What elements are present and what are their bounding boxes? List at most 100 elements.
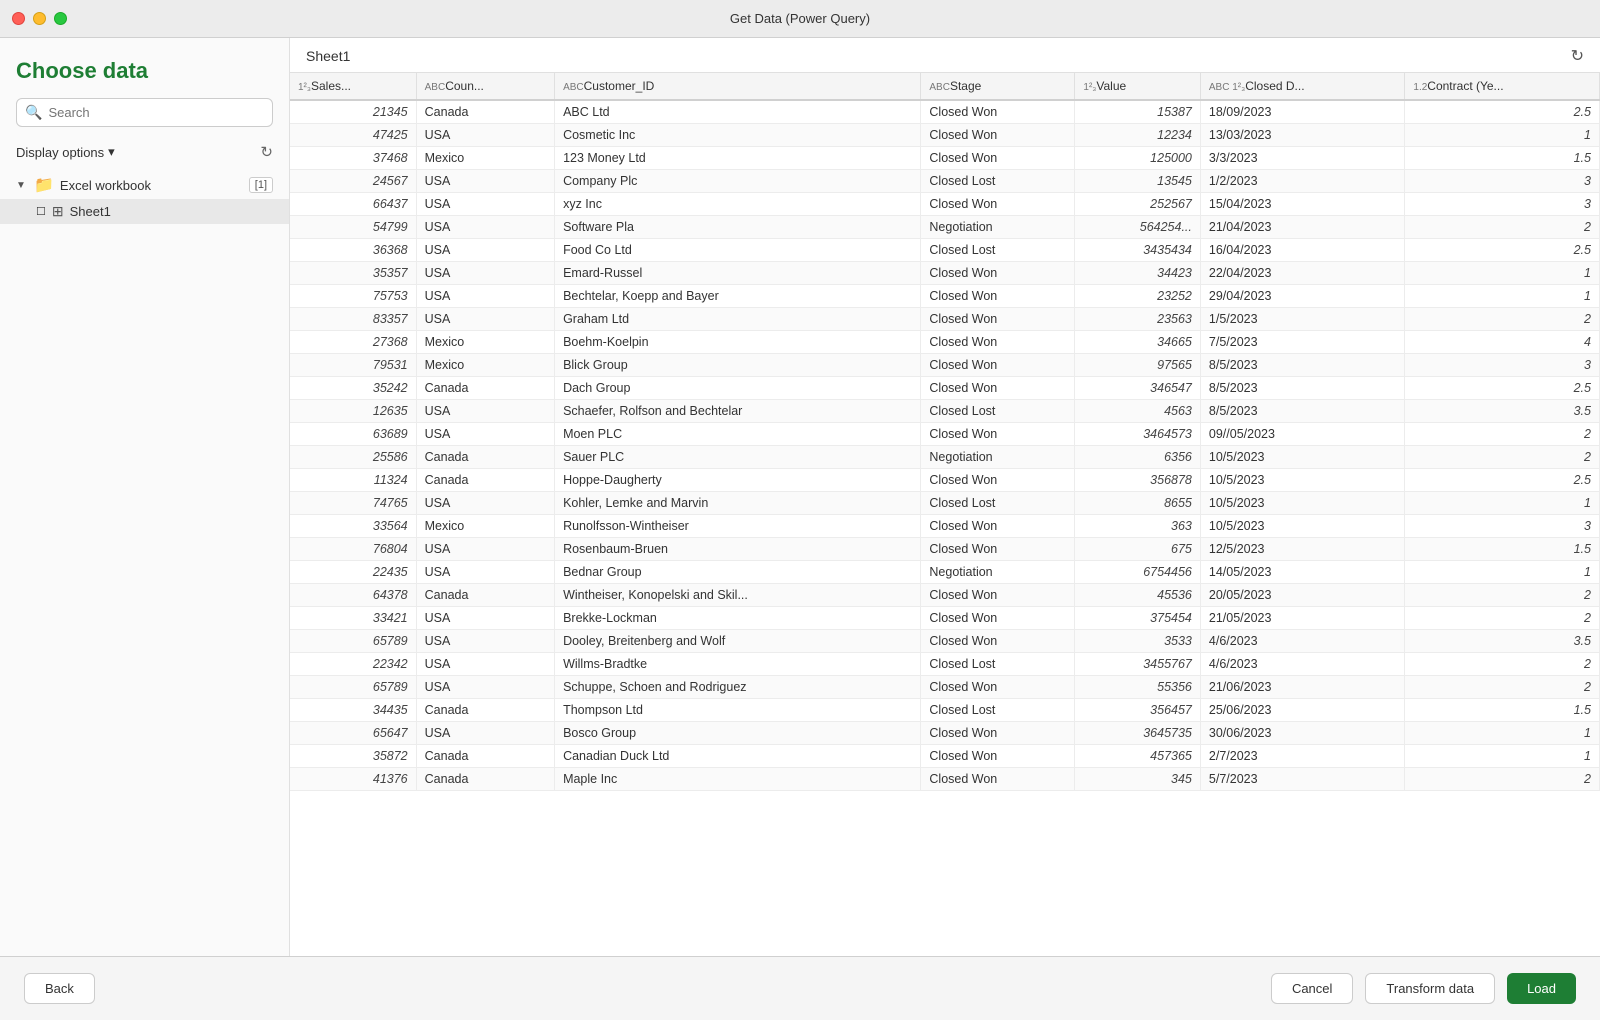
table-row: 11324CanadaHoppe-DaughertyClosed Won3568… (290, 469, 1600, 492)
sidebar: Choose data 🔍 Display options ▾ ↻ ▼ 📁 Ex… (0, 38, 290, 956)
cell-7-5: 22/04/2023 (1200, 262, 1405, 285)
cell-16-5: 10/5/2023 (1200, 469, 1405, 492)
col-type-icon: ABC (563, 82, 584, 93)
cell-17-2: Kohler, Lemke and Marvin (555, 492, 921, 515)
minimize-button[interactable] (33, 12, 46, 25)
cancel-button[interactable]: Cancel (1271, 973, 1353, 1004)
checkbox-icon: ☐ (36, 205, 46, 218)
cell-7-1: USA (416, 262, 554, 285)
cell-3-2: Company Plc (555, 170, 921, 193)
transform-data-button[interactable]: Transform data (1365, 973, 1495, 1004)
cell-9-4: 23563 (1075, 308, 1200, 331)
cell-13-6: 3.5 (1405, 400, 1600, 423)
cell-1-2: Cosmetic Inc (555, 124, 921, 147)
cell-6-1: USA (416, 239, 554, 262)
cell-23-6: 3.5 (1405, 630, 1600, 653)
close-button[interactable] (12, 12, 25, 25)
workbook-label: Excel workbook (60, 178, 243, 193)
cell-17-5: 10/5/2023 (1200, 492, 1405, 515)
cell-4-3: Closed Won (921, 193, 1075, 216)
cell-25-2: Schuppe, Schoen and Rodriguez (555, 676, 921, 699)
cell-20-2: Bednar Group (555, 561, 921, 584)
table-row: 75753USABechtelar, Koepp and BayerClosed… (290, 285, 1600, 308)
cell-6-0: 36368 (290, 239, 416, 262)
cell-27-6: 1 (1405, 722, 1600, 745)
cell-28-6: 1 (1405, 745, 1600, 768)
cell-17-1: USA (416, 492, 554, 515)
content-refresh-button[interactable]: ↻ (1571, 46, 1584, 66)
col-type-icon: 1²₃ (298, 82, 311, 93)
cell-1-6: 1 (1405, 124, 1600, 147)
cell-24-3: Closed Lost (921, 653, 1075, 676)
table-row: 74765USAKohler, Lemke and MarvinClosed L… (290, 492, 1600, 515)
window-title: Get Data (Power Query) (730, 11, 870, 26)
col-header-5: ABC 1²₃Closed D... (1200, 73, 1405, 100)
cell-5-5: 21/04/2023 (1200, 216, 1405, 239)
cell-9-1: USA (416, 308, 554, 331)
table-row: 35357USAEmard-RusselClosed Won3442322/04… (290, 262, 1600, 285)
cell-27-5: 30/06/2023 (1200, 722, 1405, 745)
table-wrapper[interactable]: 1²₃Sales...ABCCoun...ABCCustomer_IDABCSt… (290, 73, 1600, 956)
cell-7-6: 1 (1405, 262, 1600, 285)
cell-13-1: USA (416, 400, 554, 423)
cell-19-5: 12/5/2023 (1200, 538, 1405, 561)
cell-11-4: 97565 (1075, 354, 1200, 377)
table-row: 24567USACompany PlcClosed Lost135451/2/2… (290, 170, 1600, 193)
cell-0-5: 18/09/2023 (1200, 100, 1405, 124)
cell-0-0: 21345 (290, 100, 416, 124)
back-button[interactable]: Back (24, 973, 95, 1004)
cell-16-0: 11324 (290, 469, 416, 492)
cell-5-2: Software Pla (555, 216, 921, 239)
sidebar-tree: ▼ 📁 Excel workbook [1] ☐ ⊞ Sheet1 (0, 167, 289, 956)
workbook-badge: [1] (249, 177, 273, 193)
cell-5-4: 564254... (1075, 216, 1200, 239)
table-row: 65647USABosco GroupClosed Won364573530/0… (290, 722, 1600, 745)
cell-7-0: 35357 (290, 262, 416, 285)
cell-23-0: 65789 (290, 630, 416, 653)
content-area: Sheet1 ↻ 1²₃Sales...ABCCoun...ABCCustome… (290, 38, 1600, 956)
cell-4-4: 252567 (1075, 193, 1200, 216)
table-row: 83357USAGraham LtdClosed Won235631/5/202… (290, 308, 1600, 331)
search-input[interactable] (48, 105, 264, 120)
cell-29-1: Canada (416, 768, 554, 791)
cell-10-5: 7/5/2023 (1200, 331, 1405, 354)
display-options-button[interactable]: Display options ▾ (16, 144, 115, 160)
cell-1-0: 47425 (290, 124, 416, 147)
cell-13-0: 12635 (290, 400, 416, 423)
cell-5-6: 2 (1405, 216, 1600, 239)
cell-2-0: 37468 (290, 147, 416, 170)
cell-20-6: 1 (1405, 561, 1600, 584)
table-row: 37468Mexico123 Money LtdClosed Won125000… (290, 147, 1600, 170)
cell-1-1: USA (416, 124, 554, 147)
cell-0-3: Closed Won (921, 100, 1075, 124)
cell-24-5: 4/6/2023 (1200, 653, 1405, 676)
display-options-label: Display options (16, 145, 104, 160)
tree-item-workbook[interactable]: ▼ 📁 Excel workbook [1] (0, 171, 289, 199)
search-box[interactable]: 🔍 (16, 98, 273, 127)
cell-11-0: 79531 (290, 354, 416, 377)
col-header-1: ABCCoun... (416, 73, 554, 100)
cell-14-0: 63689 (290, 423, 416, 446)
cell-19-6: 1.5 (1405, 538, 1600, 561)
cell-10-2: Boehm-Koelpin (555, 331, 921, 354)
cell-16-1: Canada (416, 469, 554, 492)
table-row: 22342USAWillms-BradtkeClosed Lost3455767… (290, 653, 1600, 676)
sheet-item-sheet1[interactable]: ☐ ⊞ Sheet1 (0, 199, 289, 224)
cell-25-4: 55356 (1075, 676, 1200, 699)
cell-3-5: 1/2/2023 (1200, 170, 1405, 193)
cell-25-1: USA (416, 676, 554, 699)
cell-26-2: Thompson Ltd (555, 699, 921, 722)
cell-6-3: Closed Lost (921, 239, 1075, 262)
cell-26-0: 34435 (290, 699, 416, 722)
cell-10-4: 34665 (1075, 331, 1200, 354)
choose-data-title: Choose data (16, 58, 273, 84)
cell-18-1: Mexico (416, 515, 554, 538)
maximize-button[interactable] (54, 12, 67, 25)
cell-14-3: Closed Won (921, 423, 1075, 446)
load-button[interactable]: Load (1507, 973, 1576, 1004)
cell-15-5: 10/5/2023 (1200, 446, 1405, 469)
col-name: Customer_ID (584, 79, 655, 93)
sidebar-refresh-button[interactable]: ↻ (260, 143, 273, 161)
cell-3-1: USA (416, 170, 554, 193)
cell-15-4: 6356 (1075, 446, 1200, 469)
